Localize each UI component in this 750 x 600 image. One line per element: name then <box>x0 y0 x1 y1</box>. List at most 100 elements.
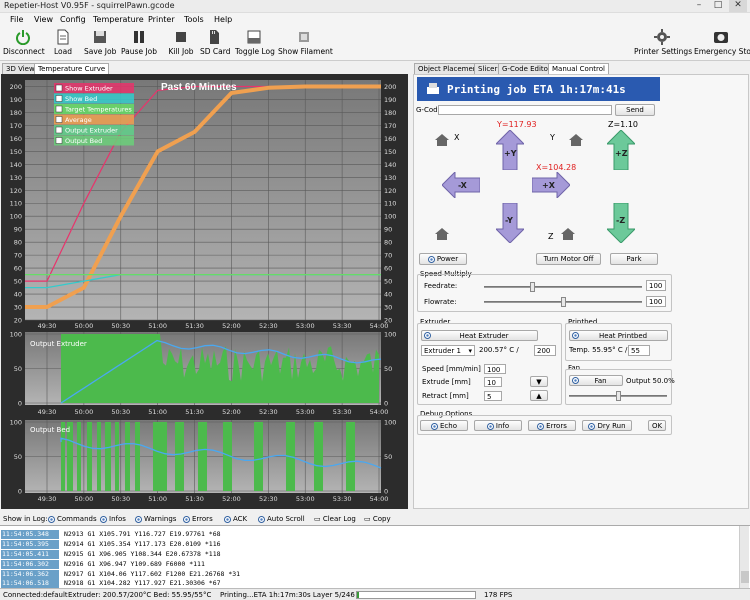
show-filament-label: Show Filament <box>278 47 333 56</box>
extruder-select[interactable]: Extruder 1 ▾ <box>421 345 475 356</box>
save-job-button[interactable]: Save Job <box>84 29 116 56</box>
copy-log-button[interactable]: ▭ Copy <box>364 515 391 523</box>
debug-ok-button[interactable]: OK <box>648 420 666 431</box>
chart-title: Past 60 Minutes <box>161 82 237 93</box>
show-filament-button[interactable]: Show Filament <box>278 29 333 56</box>
flowrate-input[interactable]: 100 <box>646 296 666 307</box>
emergency-stop-button[interactable]: Emergency Stop <box>694 29 750 56</box>
gcode-input[interactable] <box>438 105 612 115</box>
retract-input[interactable]: 5 <box>484 391 502 401</box>
home-y-icon[interactable] <box>568 133 584 147</box>
x-tick-label: 53:30 <box>333 495 352 503</box>
menu-temperature[interactable]: Temperature <box>93 15 144 24</box>
y-tick-label-right: 160 <box>384 135 396 143</box>
y-tick-label-right: 140 <box>384 161 396 169</box>
speed-input[interactable]: 100 <box>484 364 506 374</box>
close-button[interactable]: ✕ <box>729 0 747 12</box>
debug-dry-run-button[interactable]: Dry Run <box>582 420 632 431</box>
debug-info-button[interactable]: Info <box>474 420 522 431</box>
extrude-button[interactable]: ▼ <box>530 376 548 387</box>
debug-echo-button[interactable]: Echo <box>420 420 468 431</box>
jog-minus-z-button[interactable]: -Z <box>607 203 635 243</box>
y-tick-label: 80 <box>14 239 22 247</box>
log-errors-toggle[interactable]: Errors <box>183 515 213 523</box>
minimize-button[interactable]: – <box>690 0 708 12</box>
load-button[interactable]: Load <box>50 29 76 56</box>
output-bed-bar <box>198 422 207 491</box>
log-row: 11:54:06.518 N2918 G1 X104.282 Y117.927 E… <box>1 579 221 588</box>
show-in-log-label: Show in Log: <box>3 515 48 523</box>
jog-plus-x-button[interactable]: +X <box>532 172 570 198</box>
menu-file[interactable]: File <box>10 15 23 24</box>
clear-icon: ▭ <box>314 515 323 523</box>
home-x-icon[interactable] <box>434 133 450 147</box>
save-icon <box>94 31 106 43</box>
flowrate-slider[interactable] <box>484 297 642 307</box>
feedrate-slider[interactable] <box>484 282 642 292</box>
log-infos-toggle[interactable]: Infos <box>100 515 126 523</box>
status-bar: Connected:default Extruder: 200.57/200°C… <box>0 588 750 600</box>
y-tick-label-right: 190 <box>384 96 396 104</box>
fan-button[interactable]: Fan <box>569 375 623 386</box>
extruder-target-input[interactable]: 200 <box>534 345 556 356</box>
y-tick-label: 190 <box>10 96 22 104</box>
home-z-icon[interactable] <box>560 227 576 241</box>
x-tick-label: 50:00 <box>75 495 94 503</box>
job-status: Printing...ETA 1h:17m:30s Layer 5/246 <box>220 591 355 599</box>
toggle-log-button[interactable]: Toggle Log <box>235 29 275 56</box>
feedrate-input[interactable]: 100 <box>646 280 666 291</box>
output-bed-bar <box>346 422 355 491</box>
printer-settings-button[interactable]: Printer Settings <box>634 29 692 56</box>
output-bed-label: Output Bed <box>30 426 70 434</box>
tab-manual-control[interactable]: Manual Control <box>548 63 609 74</box>
flowrate-slider-thumb[interactable] <box>560 297 566 307</box>
feedrate-slider-thumb[interactable] <box>529 282 535 292</box>
menu-config[interactable]: Config <box>60 15 86 24</box>
debug-errors-button[interactable]: Errors <box>528 420 576 431</box>
heat-printbed-button[interactable]: Heat Printbed <box>569 330 668 341</box>
jog-plus-z-button[interactable]: +Z <box>607 130 635 170</box>
tab-temperature-curve[interactable]: Temperature Curve <box>34 63 110 74</box>
legend-item: Average <box>65 116 92 124</box>
menu-printer[interactable]: Printer <box>148 15 175 24</box>
fan-slider[interactable] <box>569 391 667 401</box>
fps-counter: 178 FPS <box>484 591 513 599</box>
turn-motor-off-button[interactable]: Turn Motor Off <box>536 253 601 265</box>
power-button[interactable]: Power <box>419 253 467 265</box>
menu-tools[interactable]: Tools <box>184 15 204 24</box>
y-tick-label-right: 40 <box>384 291 392 299</box>
jog-minus-y-button[interactable]: -Y <box>496 203 524 243</box>
log-ack-toggle[interactable]: ACK <box>224 515 247 523</box>
menu-help[interactable]: Help <box>214 15 232 24</box>
output-tick-label: 100 <box>10 419 22 427</box>
jog-plus-y-button[interactable]: +Y <box>496 130 524 170</box>
kill-job-button[interactable]: Kill Job <box>167 29 195 56</box>
log-list: 11:54:05.348 N2913 G1 X105.791 Y116.727 E… <box>0 525 750 589</box>
home-all-icon[interactable] <box>434 227 450 241</box>
log-auto-scroll-toggle[interactable]: Auto Scroll <box>258 515 305 523</box>
log-scrollbar[interactable] <box>739 526 749 589</box>
pause-job-button[interactable]: Pause Job <box>121 29 157 56</box>
disconnect-button[interactable]: Disconnect <box>3 29 45 56</box>
sd-card-button[interactable]: SD Card <box>200 29 230 56</box>
fan-slider-thumb[interactable] <box>615 391 621 401</box>
x-tick-label: 50:30 <box>111 408 130 416</box>
maximize-button[interactable]: □ <box>709 0 727 12</box>
output-extruder-label: Output Extruder <box>30 340 87 348</box>
y-tick-label-right: 30 <box>384 304 392 312</box>
retract-button[interactable]: ▲ <box>530 390 548 401</box>
menu-view[interactable]: View <box>34 15 53 24</box>
log-scrollbar-thumb[interactable] <box>741 571 749 583</box>
park-button[interactable]: Park <box>610 253 658 265</box>
y-tick-label: 50 <box>14 278 22 286</box>
log-commands-toggle[interactable]: Commands <box>48 515 97 523</box>
heat-extruder-button[interactable]: Heat Extruder <box>421 330 538 341</box>
jog-minus-x-button[interactable]: -X <box>442 172 480 198</box>
clear-log-button[interactable]: ▭ Clear Log <box>314 515 356 523</box>
extrude-input[interactable]: 10 <box>484 377 502 387</box>
printbed-target-input[interactable]: 55 <box>628 345 650 356</box>
send-button[interactable]: Send <box>615 104 655 116</box>
tab-gcode-editor[interactable]: G-Code Editor <box>498 63 555 74</box>
log-warnings-toggle[interactable]: Warnings <box>135 515 176 523</box>
legend-checkbox <box>55 137 63 144</box>
